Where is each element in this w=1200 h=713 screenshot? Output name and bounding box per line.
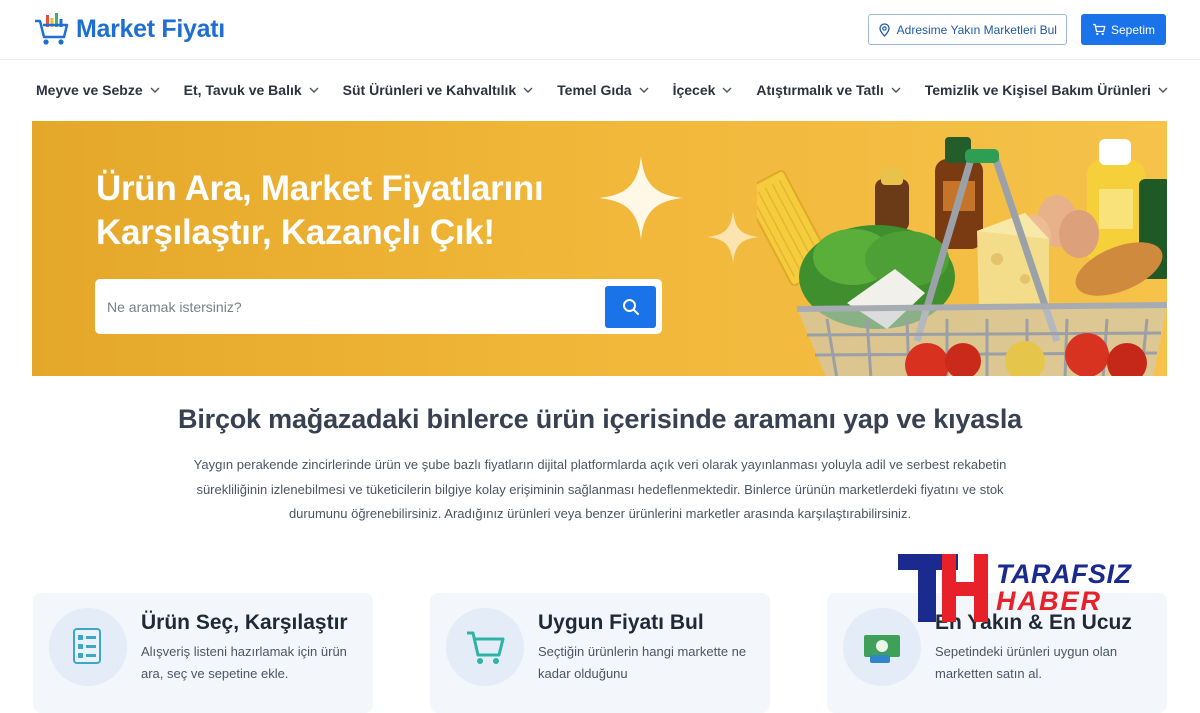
nav-item-cleaning-personal-care[interactable]: Temizlik ve Kişisel Bakım Ürünleri <box>925 82 1169 98</box>
cart-button[interactable]: Sepetim <box>1080 14 1166 45</box>
tarafsiz-haber-watermark: TARAFSIZ HABER <box>896 548 1156 628</box>
product-search-input[interactable] <box>95 279 605 334</box>
card-title: Ürün Seç, Karşılaştır <box>141 611 348 634</box>
sparkle-icon <box>707 211 759 263</box>
sparkle-icon <box>599 156 683 240</box>
cart-icon <box>446 608 524 686</box>
hero-banner: Ürün Ara, Market Fiyatlarını Karşılaştır… <box>32 121 1167 376</box>
feature-card-compare: Ürün Seç, Karşılaştır Alışveriş listeni … <box>33 593 373 713</box>
search-button[interactable] <box>605 285 656 328</box>
chevron-down-icon <box>722 87 732 93</box>
nav-item-label: Temizlik ve Kişisel Bakım Ürünleri <box>924 82 1151 98</box>
chevron-down-icon <box>309 87 319 93</box>
nav-item-label: İçecek <box>672 82 716 98</box>
section-title: Birçok mağazadaki binlerce ürün içerisin… <box>178 404 1022 434</box>
cart-button-label: Sepetim <box>1110 22 1155 37</box>
header-actions: Adresime Yakın Marketleri Bul Sepetim <box>867 14 1166 45</box>
card-title: Uygun Fiyatı Bul <box>538 611 704 634</box>
chevron-down-icon <box>150 87 160 93</box>
nav-item-label: Temel Gıda <box>557 82 632 98</box>
nav-item-label: Atıştırmalık ve Tatlı <box>756 82 884 98</box>
nav-item-fruits-vegetables[interactable]: Meyve ve Sebze <box>36 82 161 98</box>
logo-text: Market Fiyatı <box>76 15 225 43</box>
card-text: Seçtiğin ürünlerin hangi markette ne kad… <box>538 644 747 681</box>
chevron-down-icon <box>1158 87 1168 93</box>
hero-title: Ürün Ara, Market Fiyatlarını Karşılaştır… <box>96 169 544 252</box>
nav-item-label: Meyve ve Sebze <box>36 82 143 98</box>
product-search-box <box>95 279 662 334</box>
site-header: Market Fiyatı Adresime Yakın Marketleri … <box>0 0 1200 60</box>
location-pin-icon <box>879 22 890 37</box>
find-nearby-markets-label: Adresime Yakın Marketleri Bul <box>896 22 1057 37</box>
nav-item-beverages[interactable]: İçecek <box>673 82 734 98</box>
cart-icon <box>1092 23 1106 36</box>
chevron-down-icon <box>523 87 533 93</box>
nav-item-label: Et, Tavuk ve Balık <box>183 82 302 98</box>
card-text: Alışveriş listeni hazırlamak için ürün a… <box>141 644 347 681</box>
chevron-down-icon <box>891 87 901 93</box>
shopping-cart-logo-icon <box>35 12 69 45</box>
nav-item-snacks-desserts[interactable]: Atıştırmalık ve Tatlı <box>756 82 901 98</box>
find-nearby-markets-button[interactable]: Adresime Yakın Marketleri Bul <box>867 14 1067 45</box>
category-nav: Meyve ve Sebze Et, Tavuk ve Balık Süt Ür… <box>0 62 1200 118</box>
nav-item-label: Süt Ürünleri ve Kahvaltılık <box>342 82 517 98</box>
nav-item-staple-food[interactable]: Temel Gıda <box>557 82 649 98</box>
feature-card-best-price: Uygun Fiyatı Bul Seçtiğin ürünlerin hang… <box>430 593 770 713</box>
chevron-down-icon <box>639 87 649 93</box>
grocery-basket-illustration <box>757 137 1167 376</box>
card-text: Sepetindeki ürünleri uygun olan markette… <box>935 644 1118 681</box>
nav-item-meat-chicken-fish[interactable]: Et, Tavuk ve Balık <box>184 82 320 98</box>
section-description: Yaygın perakende zincirlerinde ürün ve ş… <box>193 457 1007 521</box>
checklist-icon <box>49 608 127 686</box>
nav-item-dairy-breakfast[interactable]: Süt Ürünleri ve Kahvaltılık <box>343 82 535 98</box>
search-icon <box>622 298 639 315</box>
th-logo-icon <box>898 554 988 622</box>
logo[interactable]: Market Fiyatı <box>34 12 225 47</box>
watermark-line-2: HABER <box>996 586 1103 616</box>
